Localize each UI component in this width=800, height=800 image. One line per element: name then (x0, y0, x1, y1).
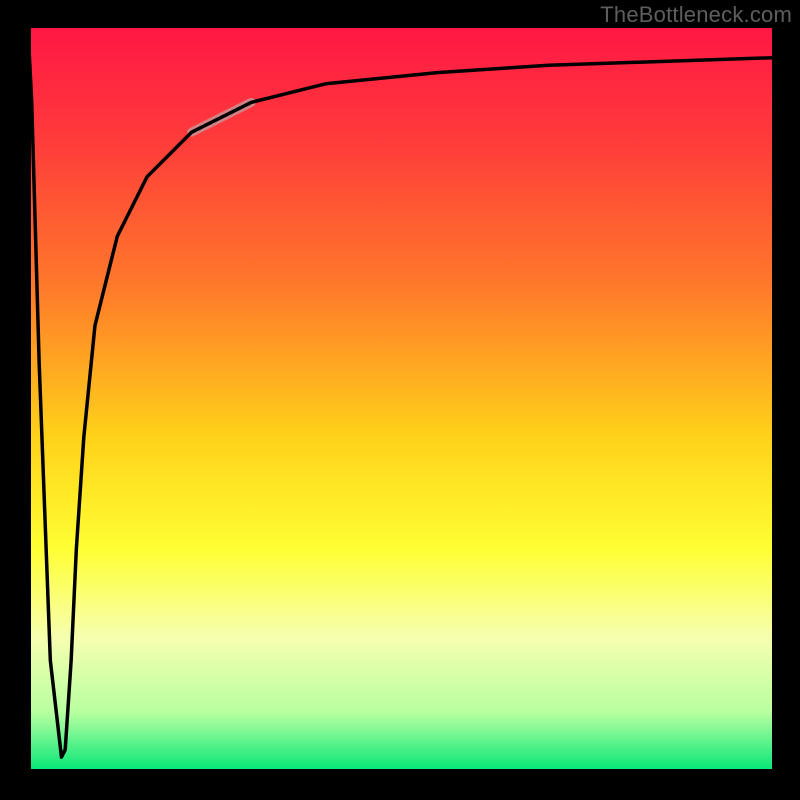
gradient-background (28, 28, 772, 772)
watermark-text: TheBottleneck.com (600, 2, 792, 28)
chart-svg (28, 28, 772, 772)
chart-frame: TheBottleneck.com (0, 0, 800, 800)
x-axis (28, 769, 772, 772)
y-axis (28, 28, 31, 772)
plot-area (28, 28, 772, 772)
